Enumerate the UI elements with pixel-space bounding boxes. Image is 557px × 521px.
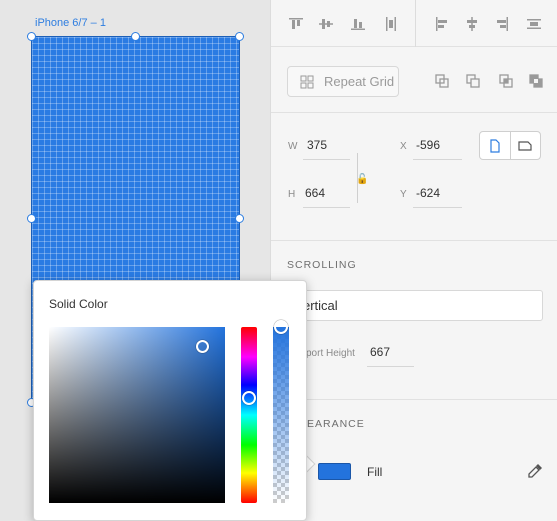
boolean-exclude-icon[interactable] (525, 70, 547, 92)
hue-slider[interactable] (241, 327, 257, 503)
x-label: X (400, 141, 407, 152)
artboard-label[interactable]: iPhone 6/7 – 1 (35, 17, 106, 29)
align-toolbar (271, 0, 557, 47)
resize-handle[interactable] (27, 214, 36, 223)
resize-handle[interactable] (235, 32, 244, 41)
distribute-horizontal-icon[interactable] (523, 13, 545, 35)
landscape-icon[interactable] (511, 132, 541, 159)
align-middle-icon[interactable] (315, 13, 337, 35)
height-label: H (288, 189, 296, 200)
distribute-vertical-icon[interactable] (380, 13, 402, 35)
x-input[interactable]: -596 (416, 138, 440, 152)
color-picker-title: Solid Color (49, 297, 108, 311)
height-underline (303, 207, 350, 208)
scrolling-mode-select[interactable]: ertical (283, 290, 543, 321)
width-input[interactable]: 375 (307, 138, 327, 152)
fill-color-swatch[interactable] (318, 463, 351, 480)
toolbar-divider (415, 0, 416, 47)
x-underline (413, 159, 462, 160)
saturation-value-knob[interactable] (196, 340, 209, 353)
repeat-grid-button[interactable]: Repeat Grid (287, 66, 399, 97)
appearance-title: EARANCE (307, 418, 365, 430)
y-underline (413, 207, 462, 208)
scrolling-mode-value: ertical (303, 298, 338, 313)
portrait-icon[interactable] (480, 132, 511, 159)
viewport-underline (367, 366, 414, 367)
saturation-value-field[interactable] (49, 327, 225, 503)
width-underline (303, 159, 350, 160)
alpha-knob[interactable] (274, 320, 288, 334)
scrolling-title: SCROLLING (287, 259, 357, 271)
align-bottom-icon[interactable] (347, 13, 369, 35)
viewport-height-input[interactable]: 667 (370, 345, 390, 359)
resize-handle[interactable] (27, 32, 36, 41)
alpha-slider[interactable] (273, 327, 289, 503)
boolean-intersect-icon[interactable] (495, 70, 517, 92)
align-top-icon[interactable] (285, 13, 307, 35)
viewport-height-label: port Height (306, 348, 355, 359)
boolean-subtract-icon[interactable] (462, 70, 484, 92)
eyedropper-icon[interactable] (526, 462, 544, 480)
lock-aspect-icon[interactable]: 🔓 (356, 174, 368, 185)
resize-handle[interactable] (235, 214, 244, 223)
fill-label: Fill (367, 465, 383, 479)
repeat-grid-icon (300, 75, 314, 88)
hue-knob[interactable] (242, 391, 256, 405)
height-input[interactable]: 664 (305, 186, 325, 200)
repeat-grid-label: Repeat Grid (324, 74, 395, 89)
align-right-icon[interactable] (491, 13, 513, 35)
orientation-toggle (479, 131, 541, 160)
boolean-add-icon[interactable] (431, 70, 453, 92)
align-left-icon[interactable] (431, 13, 453, 35)
align-center-icon[interactable] (461, 13, 483, 35)
y-input[interactable]: -624 (416, 186, 440, 200)
resize-handle[interactable] (131, 32, 140, 41)
width-label: W (288, 141, 298, 152)
y-label: Y (400, 189, 407, 200)
